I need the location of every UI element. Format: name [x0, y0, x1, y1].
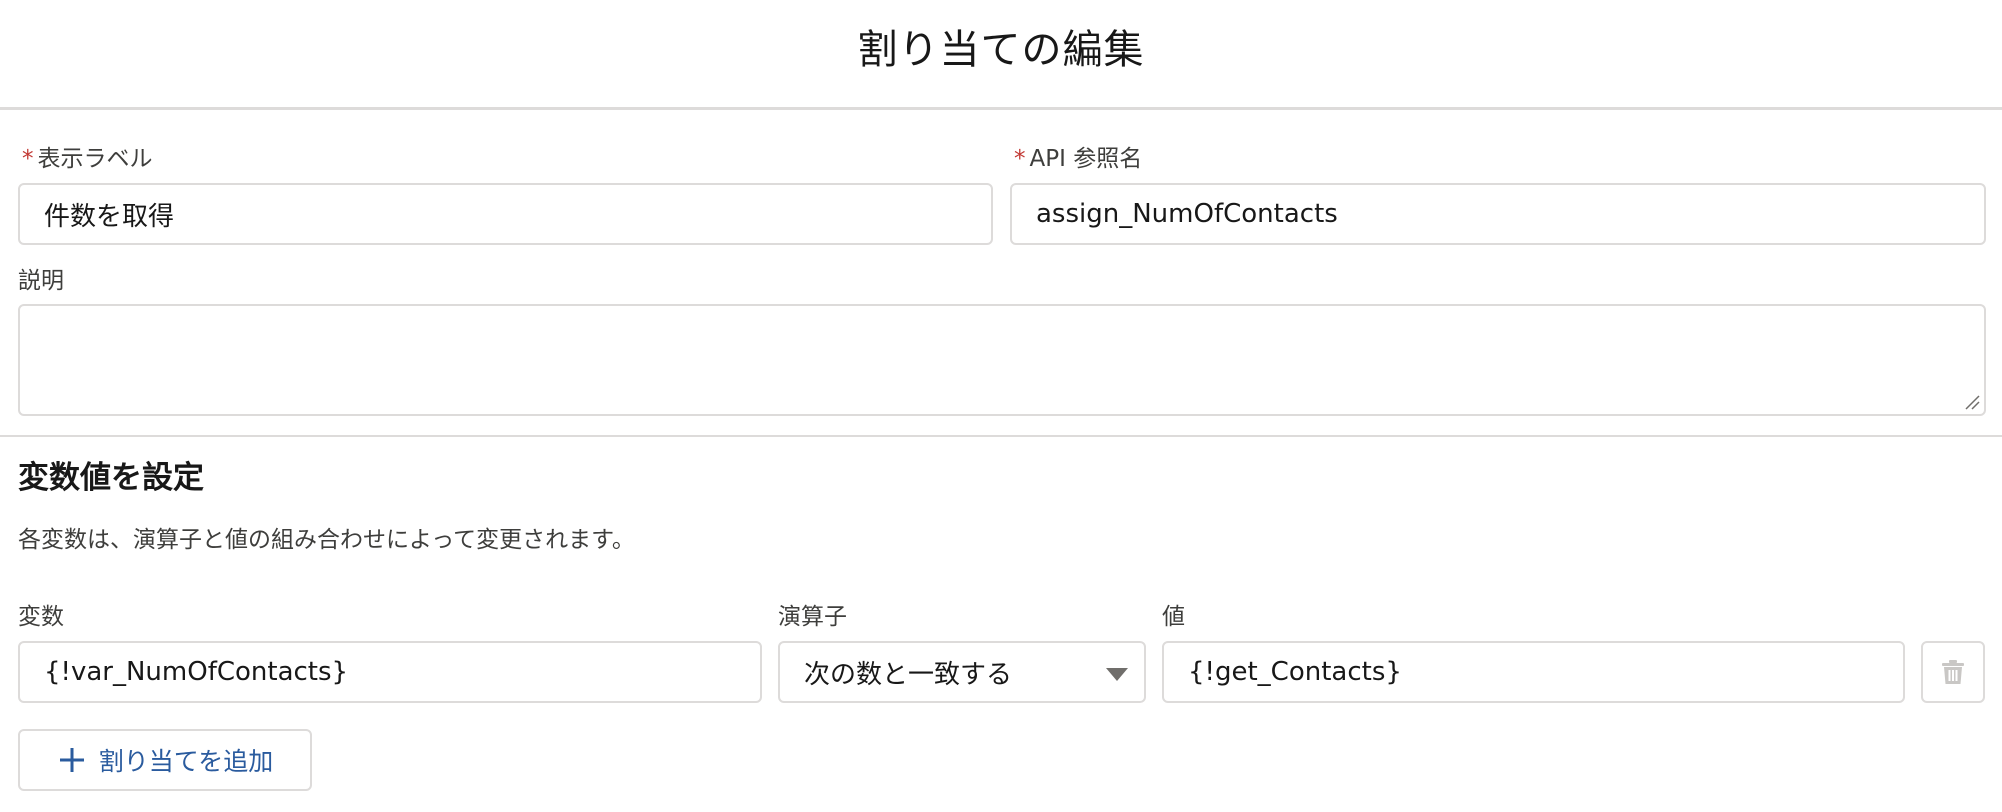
api-name-input[interactable]: assign_NumOfContacts — [1010, 183, 1986, 245]
label-input-value: 件数を取得 — [44, 201, 175, 232]
label-input[interactable]: 件数を取得 — [18, 183, 993, 245]
api-name-input-value: assign_NumOfContacts — [1036, 199, 1338, 229]
variable-input[interactable]: {!var_NumOfContacts} — [18, 641, 762, 703]
label-field-label-text: 表示ラベル — [37, 146, 153, 172]
edit-assignment-modal: 割り当ての編集 * 表示ラベル 件数を取得 * API 参照名 assign_Num… — [0, 0, 2002, 812]
required-marker: * — [1014, 146, 1026, 172]
section-divider — [0, 435, 2002, 437]
operator-select[interactable]: 次の数と一致する — [778, 641, 1146, 703]
modal-header: 割り当ての編集 — [0, 0, 2002, 110]
section-title: 変数値を設定 — [18, 460, 204, 496]
section-description: 各変数は、演算子と値の組み合わせによって変更されます。 — [18, 527, 635, 553]
modal-title: 割り当ての編集 — [857, 27, 1145, 73]
delete-row-button[interactable] — [1921, 641, 1985, 703]
variable-input-value: {!var_NumOfContacts} — [44, 657, 349, 687]
add-assignment-button[interactable]: 割り当てを追加 — [18, 729, 312, 791]
value-input[interactable]: {!get_Contacts} — [1162, 641, 1905, 703]
variable-column-label: 変数 — [18, 604, 64, 630]
description-textarea[interactable] — [18, 304, 1986, 416]
add-assignment-label: 割り当てを追加 — [98, 747, 274, 776]
trash-icon — [1942, 660, 1964, 684]
description-label: 説明 — [18, 268, 64, 294]
plus-icon — [59, 748, 84, 772]
value-input-value: {!get_Contacts} — [1188, 657, 1402, 687]
resize-grip-icon[interactable] — [1964, 394, 1980, 410]
chevron-down-icon — [1106, 667, 1128, 681]
api-name-field-label-text: API 参照名 — [1029, 146, 1143, 172]
operator-select-value: 次の数と一致する — [804, 659, 1013, 690]
value-column-label: 値 — [1162, 604, 1185, 630]
operator-column-label: 演算子 — [778, 604, 847, 630]
required-marker: * — [22, 146, 34, 172]
api-name-field-label: * API 参照名 — [1014, 145, 1142, 173]
label-field-label: * 表示ラベル — [22, 145, 153, 173]
